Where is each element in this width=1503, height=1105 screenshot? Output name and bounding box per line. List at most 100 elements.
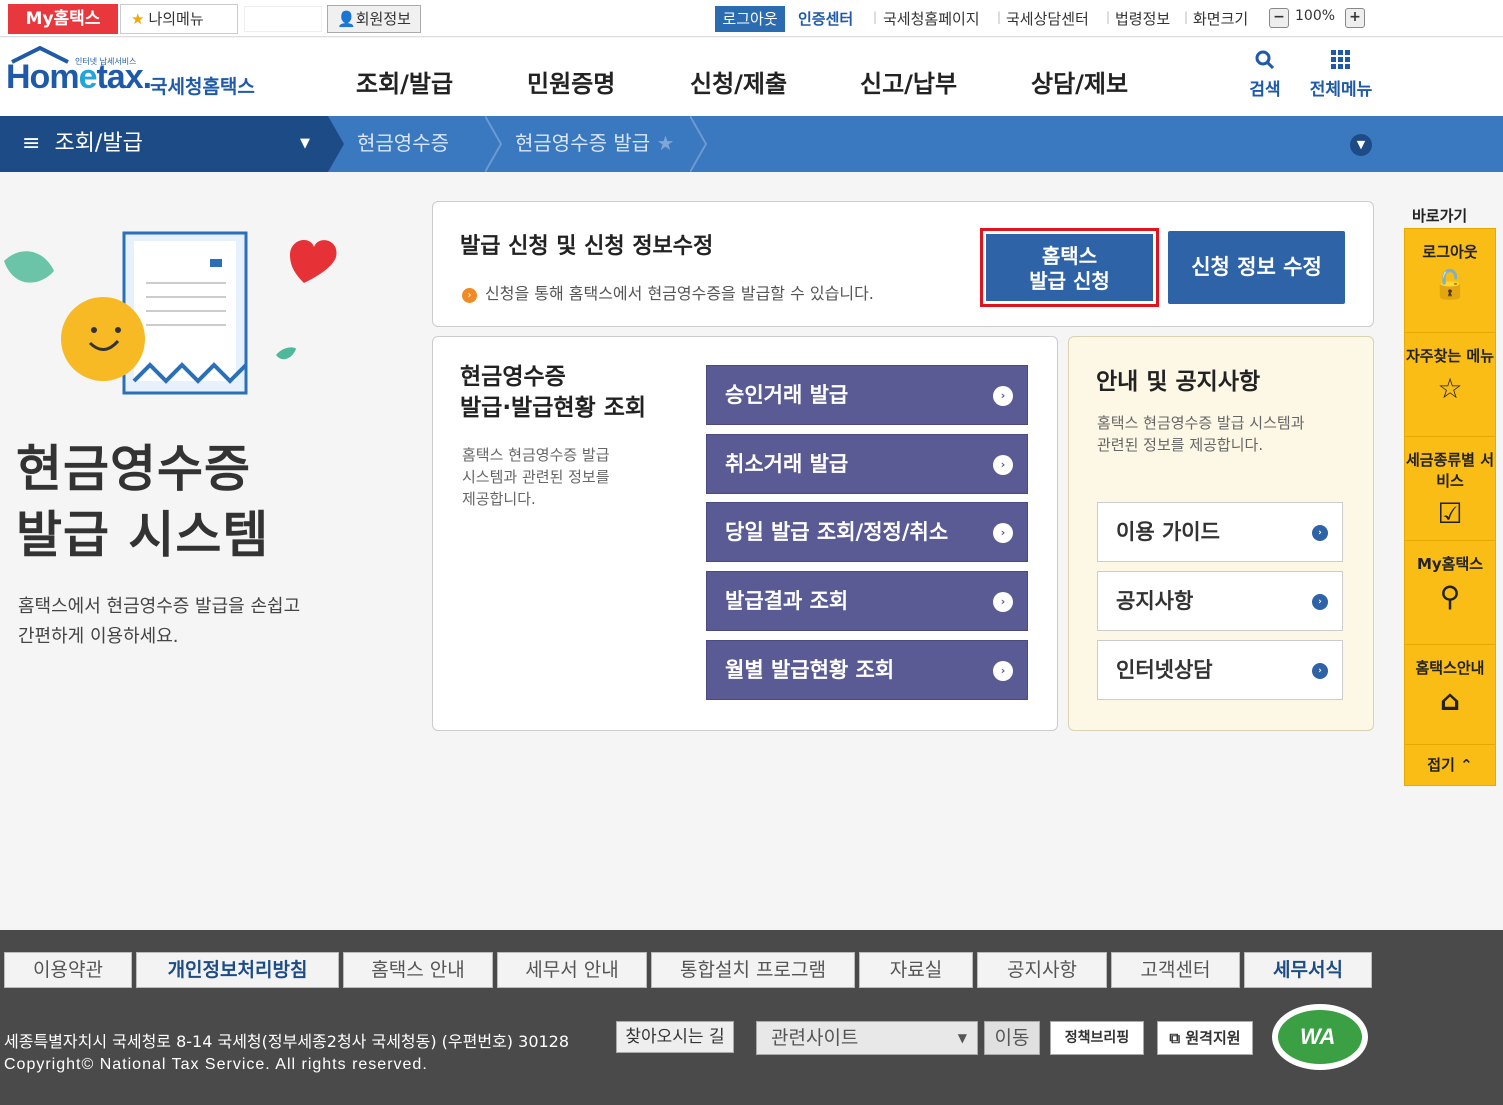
nav-report-pay[interactable]: 신고/납부 <box>860 64 957 99</box>
page-title-line: 현금영수증 <box>16 440 251 498</box>
notice-button[interactable]: 공지사항 › <box>1097 571 1343 631</box>
quick-hometax-guide[interactable]: 홈택스안내 ⌂ <box>1405 645 1495 745</box>
copyright: Copyright© National Tax Service. All rig… <box>4 1056 428 1073</box>
separator: | <box>873 10 878 24</box>
policy-briefing-button[interactable]: 정책브리핑 <box>1050 1021 1144 1055</box>
footer-link-privacy[interactable]: 개인정보처리방침 <box>136 952 339 988</box>
footer-link-hometax-guide[interactable]: 홈택스 안내 <box>343 952 493 988</box>
related-sites-select[interactable]: 관련사이트 ▼ <box>756 1021 978 1055</box>
quick-menu: 로그아웃 🔓 자주찾는 메뉴 ☆ 세금종류별 서비스 ☑ My홈택스 ⚲ 홈택스안내 ⌂ … <box>1404 228 1496 786</box>
remote-support-button[interactable]: ⧉ 원격지원 <box>1157 1021 1253 1055</box>
footer-link-install[interactable]: 통합설치 프로그램 <box>651 952 855 988</box>
modify-application-button[interactable]: 신청 정보 수정 <box>1168 231 1345 304</box>
button-label: 취소거래 발급 <box>725 452 849 476</box>
quick-my-hometax[interactable]: My홈택스 ⚲ <box>1405 541 1495 645</box>
cancel-transaction-issue-button[interactable]: 취소거래 발급 › <box>706 434 1028 494</box>
favorite-star-icon[interactable]: ★ <box>657 131 675 155</box>
nav-certificates[interactable]: 민원증명 <box>527 64 615 99</box>
page-description-line: 홈택스에서 현금영수증 발급을 손쉽고 <box>18 596 301 617</box>
checkbox-icon: ☑ <box>1437 497 1463 530</box>
expand-down-icon[interactable]: ▼ <box>1350 134 1372 156</box>
breadcrumb-main-menu[interactable]: ≡ 조회/발급 ▼ <box>0 116 328 172</box>
member-info-label: 회원정보 <box>355 10 411 28</box>
quick-tax-service[interactable]: 세금종류별 서비스 ☑ <box>1405 437 1495 541</box>
nav-apply-submit[interactable]: 신청/제출 <box>690 64 787 99</box>
link-nts-home[interactable]: 국세청홈페이지 <box>883 8 980 29</box>
my-hometax-button[interactable]: My홈택스 <box>8 4 118 34</box>
nav-inquiry-issue[interactable]: 조회/발급 <box>356 64 453 99</box>
arrow-right-icon: › <box>1312 525 1328 541</box>
monthly-issue-status-button[interactable]: 월별 발급현황 조회 › <box>706 640 1028 700</box>
quick-label: 로그아웃 <box>1422 243 1478 261</box>
internet-consult-button[interactable]: 인터넷상담 › <box>1097 640 1343 700</box>
logo-text: tax. <box>96 58 152 96</box>
search-icon <box>1255 50 1275 70</box>
button-label: 승인거래 발급 <box>725 383 849 407</box>
link-tax-consult[interactable]: 국세상담센터 <box>1006 8 1089 29</box>
button-label: 발급결과 조회 <box>725 589 849 613</box>
notice-desc-line: 관련된 정보를 제공합니다. <box>1097 436 1264 454</box>
nav-consult-report[interactable]: 상담/제보 <box>1031 64 1128 99</box>
link-cert-center[interactable]: 인증센터 <box>798 8 853 29</box>
all-menu-button[interactable]: 전체메뉴 <box>1305 50 1377 100</box>
issue-result-query-button[interactable]: 발급결과 조회 › <box>706 571 1028 631</box>
hamburger-icon: ≡ <box>22 131 41 156</box>
quick-logout[interactable]: 로그아웃 🔓 <box>1405 229 1495 333</box>
grid-icon <box>1331 50 1350 69</box>
logo-korean: 국세청홈택스 <box>150 76 255 98</box>
notice-desc-line: 홈택스 현금영수증 발급 시스템과 <box>1097 414 1305 432</box>
move-button[interactable]: 이동 <box>984 1021 1040 1055</box>
person-icon: ⚲ <box>1439 580 1461 613</box>
apply-panel-desc: › 신청을 통해 홈택스에서 현금영수증을 발급할 수 있습니다. <box>462 280 874 304</box>
approved-transaction-issue-button[interactable]: 승인거래 발급 › <box>706 365 1028 425</box>
zoom-out-button[interactable]: − <box>1269 8 1289 28</box>
button-label: 공지사항 <box>1116 589 1194 613</box>
logout-button[interactable]: 로그아웃 <box>715 6 785 32</box>
query-desc-line: 홈택스 현금영수증 발급 <box>462 446 610 464</box>
quick-menu-title: 바로가기 <box>1412 207 1468 225</box>
footer-link-customer[interactable]: 고객센터 <box>1111 952 1240 988</box>
quick-collapse-button[interactable]: 접기 ⌃ <box>1405 745 1495 785</box>
quick-favorite-menu[interactable]: 자주찾는 메뉴 ☆ <box>1405 333 1495 437</box>
arrow-right-icon: › <box>993 661 1013 681</box>
footer-link-archive[interactable]: 자료실 <box>859 952 973 988</box>
button-label: 당일 발급 조회/정정/취소 <box>725 520 949 544</box>
link-law-info[interactable]: 법령정보 <box>1115 8 1170 29</box>
breadcrumb-cash-receipt-issue[interactable]: 현금영수증 발급 ★ <box>515 116 674 172</box>
footer-address: 세종특별자치시 국세청로 8-14 국세청(정부세종2청사 국세청동) (우편번… <box>4 1032 570 1051</box>
query-title-line: 현금영수증 <box>460 364 566 390</box>
chevron-right-icon <box>485 116 503 172</box>
search-button[interactable]: 검색 <box>1245 50 1285 100</box>
svg-text:WA: WA <box>1300 1024 1335 1049</box>
hometax-issue-apply-button[interactable]: 홈택스 발급 신청 <box>980 228 1159 307</box>
arrow-right-icon: › <box>1312 594 1328 610</box>
blank-field <box>244 6 322 32</box>
same-day-issue-query-button[interactable]: 당일 발급 조회/정정/취소 › <box>706 502 1028 562</box>
web-accessibility-mark-icon: WA <box>1272 1004 1368 1070</box>
all-menu-label: 전체메뉴 <box>1309 80 1373 100</box>
remote-icon: ⧉ <box>1169 1029 1181 1047</box>
hometax-logo[interactable]: Hometax. <box>6 58 152 97</box>
query-panel-desc: 홈택스 현금영수증 발급 시스템과 관련된 정보를 제공합니다. <box>462 444 610 510</box>
footer-link-tax-forms[interactable]: 세무서식 <box>1244 952 1372 988</box>
separator: | <box>1184 10 1189 24</box>
my-menu-button[interactable]: ★ 나의메뉴 <box>120 4 238 34</box>
zoom-in-button[interactable]: + <box>1345 8 1365 28</box>
footer-link-tax-office[interactable]: 세무서 안내 <box>497 952 647 988</box>
member-info-button[interactable]: 👤회원정보 <box>327 5 421 33</box>
dropdown-arrow-icon: ▼ <box>300 136 310 151</box>
find-way-button[interactable]: 찾아오시는 길 <box>616 1021 734 1053</box>
user-guide-button[interactable]: 이용 가이드 › <box>1097 502 1343 562</box>
footer-link-terms[interactable]: 이용약관 <box>4 952 132 988</box>
page-title-line: 발급 시스템 <box>16 506 270 564</box>
logo-text: e <box>78 58 98 96</box>
quick-label: 접기 <box>1427 756 1455 774</box>
apply-panel-title: 발급 신청 및 신청 정보수정 <box>460 234 714 259</box>
star-icon: ★ <box>131 10 145 28</box>
button-label: 이용 가이드 <box>1116 520 1220 544</box>
query-desc-line: 제공합니다. <box>462 490 536 508</box>
footer-link-notice[interactable]: 공지사항 <box>977 952 1107 988</box>
breadcrumb-cash-receipt[interactable]: 현금영수증 <box>357 116 449 172</box>
star-outline-icon: ☆ <box>1437 372 1463 405</box>
notice-panel-desc: 홈택스 현금영수증 발급 시스템과관련된 정보를 제공합니다. <box>1097 412 1305 456</box>
